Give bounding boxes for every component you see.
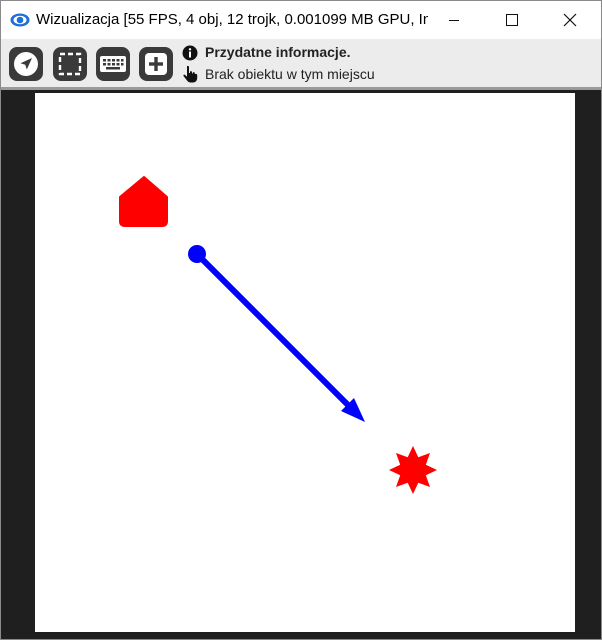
toolbar: Przydatne informacje. Brak obiektu w tym…: [1, 39, 601, 87]
house-object[interactable]: [119, 176, 168, 227]
info-icon: [182, 45, 198, 61]
close-button[interactable]: [547, 1, 593, 39]
selection-frame-icon: [58, 52, 82, 76]
window-title: Wizualizacja [55 FPS, 4 obj, 12 trojk, 0…: [36, 11, 428, 28]
navigate-button[interactable]: [9, 47, 43, 81]
minimize-button[interactable]: [431, 1, 477, 39]
eye-icon: [10, 13, 30, 27]
keyboard-button[interactable]: [96, 47, 130, 81]
star-object[interactable]: [389, 446, 437, 494]
minimize-icon: [449, 20, 459, 21]
maximize-icon: [506, 14, 518, 26]
viewport-frame: [1, 90, 601, 639]
close-icon: [563, 13, 577, 27]
render-canvas[interactable]: [35, 93, 575, 632]
select-area-button[interactable]: [53, 47, 87, 81]
plus-icon: [145, 53, 167, 75]
info-status: Brak obiektu w tym miejscu: [205, 66, 375, 82]
scene-svg: [119, 176, 437, 494]
visualization-window: Wizualizacja [55 FPS, 4 obj, 12 trojk, 0…: [0, 0, 602, 640]
title-bar[interactable]: Wizualizacja [55 FPS, 4 obj, 12 trojk, 0…: [1, 1, 601, 39]
add-object-button[interactable]: [139, 47, 173, 81]
maximize-button[interactable]: [489, 1, 535, 39]
arrow-object[interactable]: [188, 245, 365, 422]
keyboard-icon: [100, 56, 126, 72]
info-title: Przydatne informacje.: [205, 44, 351, 60]
pointer-hand-icon: [183, 65, 198, 83]
navigate-arrow-icon: [14, 52, 38, 76]
